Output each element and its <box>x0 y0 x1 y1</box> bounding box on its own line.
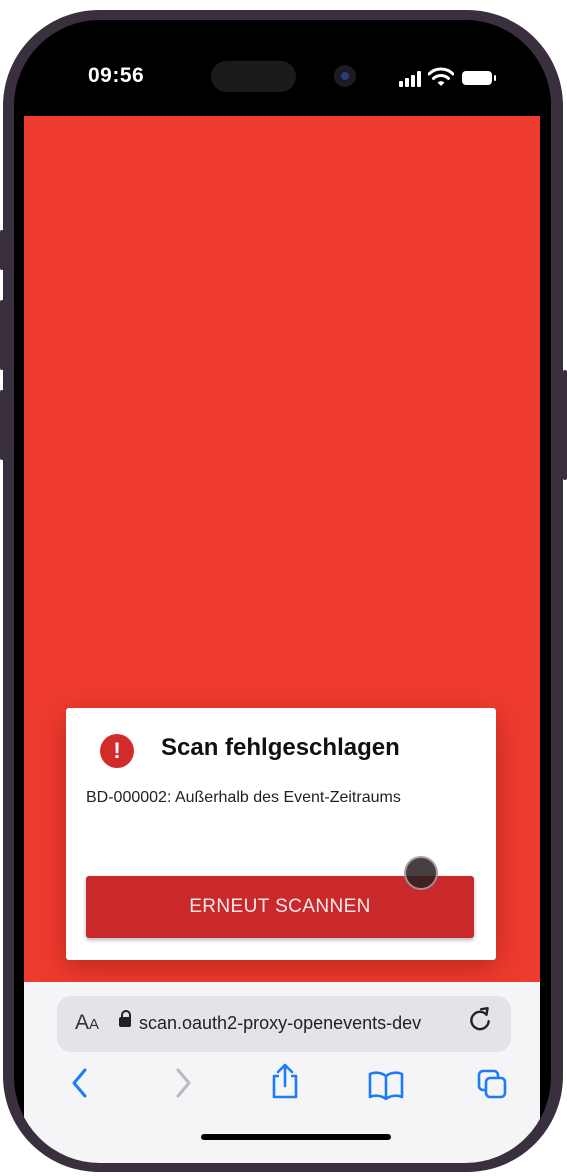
volume-up-button <box>0 300 4 370</box>
status-time: 09:56 <box>88 64 145 87</box>
chevron-right-icon[interactable] <box>172 1066 194 1100</box>
battery-icon <box>462 71 496 85</box>
address-bar[interactable]: AA scan.oauth2-proxy-openevents-dev <box>57 996 511 1052</box>
reload-icon[interactable] <box>467 1006 493 1032</box>
exclamation-icon: ! <box>100 734 134 768</box>
dialog-title: Scan fehlgeschlagen <box>161 734 400 761</box>
action-button <box>0 230 4 270</box>
camera-icon <box>334 65 356 87</box>
touch-indicator <box>404 856 438 890</box>
home-indicator[interactable] <box>201 1134 391 1140</box>
volume-down-button <box>0 390 4 460</box>
book-icon[interactable] <box>368 1070 404 1100</box>
dynamic-island <box>211 61 296 92</box>
chevron-left-icon[interactable] <box>69 1066 91 1100</box>
share-icon[interactable] <box>269 1062 301 1100</box>
lock-icon <box>119 1010 131 1027</box>
wifi-icon <box>428 67 454 86</box>
text-size-button[interactable]: AA <box>75 1011 99 1035</box>
dialog-message: BD-000002: Außerhalb des Event-Zeitraums <box>86 789 401 806</box>
url-text: scan.oauth2-proxy-openevents-dev <box>139 1013 422 1033</box>
browser-toolbar: AA scan.oauth2-proxy-openevents-dev <box>24 982 540 1163</box>
phone-screen: 09:56 ! Scan fehlgeschlagen BD-000002: A… <box>14 20 551 1163</box>
web-content: ! Scan fehlgeschlagen BD-000002: Außerha… <box>24 116 540 982</box>
tabs-icon[interactable] <box>476 1068 508 1100</box>
status-bar: 09:56 <box>14 20 551 116</box>
cellular-signal-icon <box>399 71 425 87</box>
error-dialog: ! Scan fehlgeschlagen BD-000002: Außerha… <box>66 708 496 960</box>
power-button <box>563 370 567 480</box>
